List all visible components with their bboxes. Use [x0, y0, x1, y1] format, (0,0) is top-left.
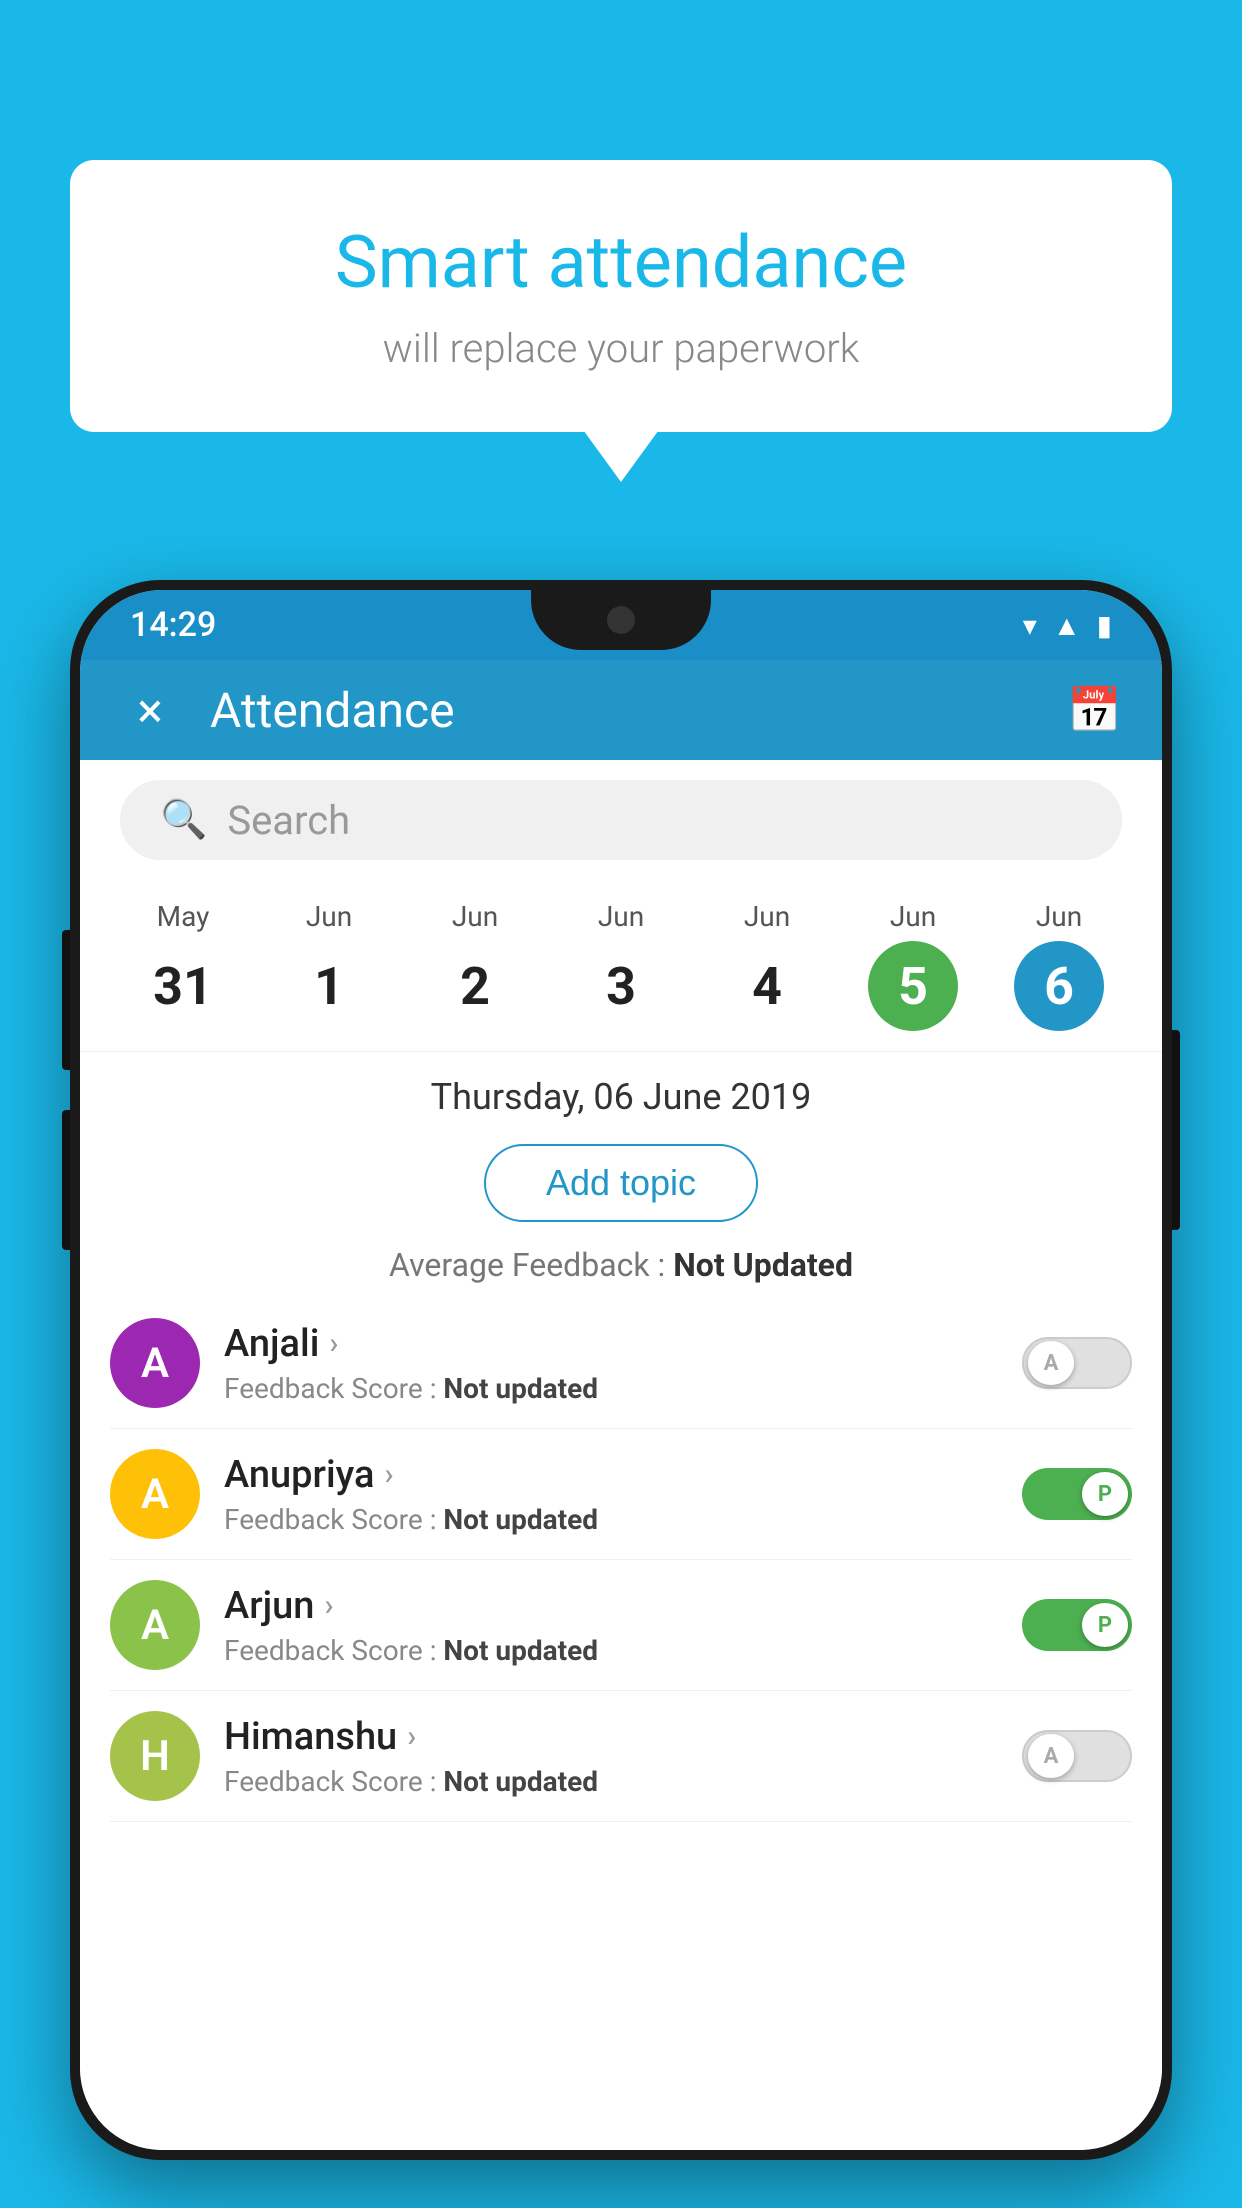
avg-feedback-label: Average Feedback : — [389, 1246, 665, 1284]
cal-date-number: 31 — [138, 941, 228, 1031]
calendar-day-1[interactable]: Jun 1 — [256, 900, 402, 1031]
toggle-knob: A — [1028, 1341, 1074, 1385]
side-button-volume-down — [62, 1110, 70, 1250]
toggle-knob: P — [1082, 1603, 1128, 1647]
speech-bubble-container: Smart attendance will replace your paper… — [70, 160, 1172, 432]
cal-date-number: 3 — [576, 941, 666, 1031]
phone-frame: 14:29 ▾ ▲ ▮ × Attendance 📅 🔍 Search — [70, 580, 1172, 2160]
calendar-day-3[interactable]: Jun 3 — [548, 900, 694, 1031]
cal-date-number: 5 — [868, 941, 958, 1031]
chevron-icon: › — [384, 1457, 393, 1492]
student-feedback: Feedback Score : Not updated — [224, 1634, 1022, 1667]
search-bar[interactable]: 🔍 Search — [120, 780, 1122, 860]
calendar-day-2[interactable]: Jun 2 — [402, 900, 548, 1031]
student-item: AAnjali ›Feedback Score : Not updatedA — [110, 1298, 1132, 1429]
student-feedback: Feedback Score : Not updated — [224, 1503, 1022, 1536]
calendar-day-5[interactable]: Jun 5 — [840, 900, 986, 1031]
cal-month-label: Jun — [986, 900, 1132, 933]
student-item: H Himanshu › Feedback Score : Not updatedA — [110, 1691, 1132, 1822]
cal-date-number: 6 — [1014, 941, 1104, 1031]
student-info: Anjali › Feedback Score : Not updated — [224, 1322, 1022, 1405]
student-name[interactable]: Arjun › — [224, 1584, 1022, 1628]
student-feedback: Feedback Score : Not updated — [224, 1765, 1022, 1798]
student-item: A Arjun › Feedback Score : Not updated P — [110, 1560, 1132, 1691]
toggle-knob: P — [1082, 1472, 1128, 1516]
search-icon: 🔍 — [160, 798, 207, 842]
avg-feedback-value: Not Updated — [673, 1246, 853, 1284]
search-placeholder: Search — [227, 797, 350, 844]
average-feedback: Average Feedback : Not Updated — [80, 1232, 1162, 1298]
side-button-volume-up — [62, 930, 70, 1070]
attendance-toggle-container: P — [1022, 1468, 1132, 1520]
cal-date-number: 1 — [284, 941, 374, 1031]
calendar-day-6[interactable]: Jun 6 — [986, 900, 1132, 1031]
cal-month-label: Jun — [840, 900, 986, 933]
selected-date-display: Thursday, 06 June 2019 — [80, 1052, 1162, 1134]
student-name[interactable]: Anjali › — [224, 1322, 1022, 1366]
wifi-icon: ▾ — [1023, 609, 1037, 642]
app-header: × Attendance 📅 — [80, 660, 1162, 760]
student-avatar: H — [110, 1711, 200, 1801]
calendar-icon[interactable]: 📅 — [1067, 684, 1122, 736]
attendance-toggle-container: A — [1022, 1337, 1132, 1389]
chevron-icon: › — [324, 1588, 333, 1623]
battery-icon: ▮ — [1097, 609, 1112, 642]
add-topic-button[interactable]: Add topic — [484, 1144, 758, 1222]
attendance-toggle[interactable]: A — [1022, 1730, 1132, 1782]
calendar-day-31[interactable]: May 31 — [110, 900, 256, 1031]
cal-month-label: Jun — [694, 900, 840, 933]
student-item: A Anupriya › Feedback Score : Not updated P — [110, 1429, 1132, 1560]
student-list: AAnjali ›Feedback Score : Not updatedAAA… — [80, 1298, 1162, 1822]
student-avatar: A — [110, 1318, 200, 1408]
attendance-toggle-container: A — [1022, 1730, 1132, 1782]
cal-date-number: 4 — [722, 941, 812, 1031]
attendance-toggle[interactable]: A — [1022, 1337, 1132, 1389]
attendance-toggle[interactable]: P — [1022, 1599, 1132, 1651]
cal-month-label: Jun — [402, 900, 548, 933]
cal-month-label: Jun — [548, 900, 694, 933]
search-container: 🔍 Search — [80, 760, 1162, 880]
phone-inner: 14:29 ▾ ▲ ▮ × Attendance 📅 🔍 Search — [80, 590, 1162, 2150]
phone-notch — [531, 590, 711, 650]
attendance-toggle-container: P — [1022, 1599, 1132, 1651]
status-time: 14:29 — [130, 605, 216, 645]
cal-month-label: May — [110, 900, 256, 933]
speech-bubble: Smart attendance will replace your paper… — [70, 160, 1172, 432]
side-button-power — [1172, 1030, 1180, 1230]
signal-icon: ▲ — [1053, 609, 1081, 642]
calendar-strip: May 31 Jun 1 Jun 2 Jun 3 Jun 4 Jun 5 Jun 6 — [80, 880, 1162, 1052]
student-avatar: A — [110, 1449, 200, 1539]
header-title: Attendance — [210, 682, 1067, 739]
cal-month-label: Jun — [256, 900, 402, 933]
student-name[interactable]: Anupriya › — [224, 1453, 1022, 1497]
student-name[interactable]: Himanshu › — [224, 1715, 1022, 1759]
speech-bubble-subtitle: will replace your paperwork — [150, 325, 1092, 372]
notch-camera — [607, 606, 635, 634]
student-info: Himanshu › Feedback Score : Not updated — [224, 1715, 1022, 1798]
student-info: Arjun › Feedback Score : Not updated — [224, 1584, 1022, 1667]
toggle-knob: A — [1028, 1734, 1074, 1778]
close-button[interactable]: × — [120, 682, 180, 739]
calendar-day-4[interactable]: Jun 4 — [694, 900, 840, 1031]
chevron-icon: › — [407, 1719, 416, 1754]
student-avatar: A — [110, 1580, 200, 1670]
status-icons: ▾ ▲ ▮ — [1023, 609, 1112, 642]
cal-date-number: 2 — [430, 941, 520, 1031]
speech-bubble-title: Smart attendance — [150, 220, 1092, 305]
chevron-icon: › — [329, 1326, 338, 1361]
student-feedback: Feedback Score : Not updated — [224, 1372, 1022, 1405]
student-info: Anupriya › Feedback Score : Not updated — [224, 1453, 1022, 1536]
phone-content: 🔍 Search May 31 Jun 1 Jun 2 Jun 3 Jun 4 Jun 5 Jun 6 T… — [80, 760, 1162, 2150]
attendance-toggle[interactable]: P — [1022, 1468, 1132, 1520]
